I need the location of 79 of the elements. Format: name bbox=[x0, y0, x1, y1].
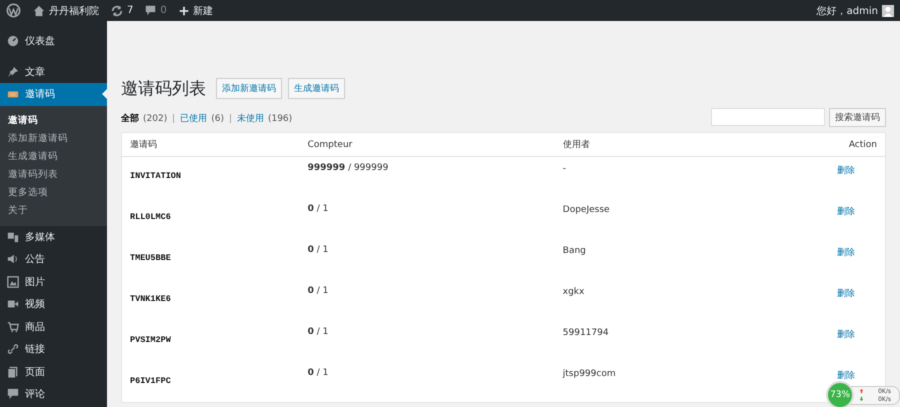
table-cell: 0 / 1 bbox=[300, 320, 555, 362]
delete-link[interactable]: 删除 bbox=[837, 248, 855, 258]
gauge-icon bbox=[7, 35, 19, 48]
table-cell: TVNK1KE6 bbox=[122, 280, 300, 320]
submenu-item[interactable]: 生成邀请码 bbox=[0, 148, 107, 166]
delete-link[interactable]: 删除 bbox=[837, 166, 855, 176]
table-cell: - bbox=[554, 156, 736, 198]
avatar-icon[interactable] bbox=[882, 4, 894, 16]
sidebar-item[interactable]: 邀请码 bbox=[0, 83, 107, 106]
image-icon bbox=[7, 276, 19, 288]
page-title: 邀请码列表 bbox=[121, 78, 206, 100]
sidebar-item[interactable]: 文章 bbox=[0, 60, 107, 83]
refresh-icon bbox=[111, 4, 123, 16]
filter-count: (196) bbox=[268, 114, 292, 124]
speaker-icon bbox=[7, 253, 19, 266]
submenu-item[interactable]: 邀请码 bbox=[0, 112, 107, 130]
column-header: Action bbox=[736, 132, 886, 156]
table-cell: Bang bbox=[554, 238, 736, 280]
submenu-item[interactable]: 更多选项 bbox=[0, 184, 107, 202]
home-icon bbox=[33, 4, 45, 16]
new-link[interactable]: 新建 bbox=[192, 4, 213, 18]
submenu-item[interactable]: 关于 bbox=[0, 202, 107, 220]
filter-link[interactable]: 已使用 bbox=[180, 112, 208, 125]
column-header: Compteur bbox=[300, 132, 555, 156]
table-cell: xgkx bbox=[554, 280, 736, 320]
pages-icon bbox=[7, 366, 19, 378]
table-cell: RLL0LMC6 bbox=[122, 198, 300, 238]
filter-count: (6) bbox=[211, 114, 224, 124]
page-action-button[interactable]: 添加新邀请码 bbox=[216, 78, 282, 99]
column-header: 邀请码 bbox=[122, 132, 300, 156]
delete-link[interactable]: 删除 bbox=[837, 206, 855, 216]
table-cell: 0 / 1 bbox=[300, 238, 555, 280]
table-cell: DopeJesse bbox=[554, 198, 736, 238]
comment-count[interactable]: 0 bbox=[160, 5, 167, 16]
sidebar-item[interactable]: 页面 bbox=[0, 360, 107, 383]
comment-icon bbox=[7, 388, 19, 400]
search-field[interactable] bbox=[711, 108, 825, 126]
sidebar-item[interactable]: 商品 bbox=[0, 316, 107, 338]
media-icon bbox=[7, 230, 19, 243]
page-action-button[interactable]: 生成邀请码 bbox=[288, 78, 345, 99]
wordpress-logo-icon[interactable] bbox=[6, 3, 21, 18]
submenu-item[interactable]: 添加新邀请码 bbox=[0, 130, 107, 148]
sidebar-item[interactable]: 评论 bbox=[0, 383, 107, 406]
greeting-link[interactable]: 您好，admin bbox=[816, 4, 878, 18]
delete-link[interactable]: 删除 bbox=[837, 288, 855, 298]
sidebar-item[interactable]: 图片 bbox=[0, 270, 107, 293]
sidebar-item[interactable]: 多媒体 bbox=[0, 226, 107, 248]
upload-arrow-icon bbox=[859, 388, 864, 394]
site-name-link[interactable]: 丹丹福利院 bbox=[49, 4, 99, 18]
table-cell: INVITATION bbox=[122, 156, 300, 198]
table-cell: 0 / 1 bbox=[300, 198, 555, 238]
sidebar-item[interactable]: 仪表盘 bbox=[0, 30, 107, 52]
video-camera-icon bbox=[7, 298, 19, 310]
table-cell: 999999 / 999999 bbox=[300, 156, 555, 198]
table-cell: P6IV1FPC bbox=[122, 362, 300, 402]
sidebar-item[interactable]: 视频 bbox=[0, 293, 107, 316]
download-arrow-icon bbox=[859, 396, 864, 402]
delete-link[interactable]: 删除 bbox=[837, 330, 855, 340]
search-button[interactable]: 搜索邀请码 bbox=[829, 108, 886, 127]
table-cell: jtsp999com bbox=[554, 362, 736, 402]
cart-icon bbox=[7, 320, 19, 333]
table-cell: 59911794 bbox=[554, 320, 736, 362]
submenu-item[interactable]: 邀请码列表 bbox=[0, 166, 107, 184]
sidebar-item[interactable]: 公告 bbox=[0, 248, 107, 270]
table-cell: 0 / 1 bbox=[300, 280, 555, 320]
table-cell: PVSIM2PW bbox=[122, 320, 300, 362]
filter-link[interactable]: 全部 bbox=[121, 112, 139, 125]
comment-icon bbox=[145, 5, 156, 16]
sidebar-item[interactable]: 链接 bbox=[0, 338, 107, 360]
link-icon bbox=[7, 343, 19, 356]
filter-link[interactable]: 未使用 bbox=[236, 112, 264, 125]
filter-count: (202) bbox=[143, 114, 168, 124]
column-header: 使用者 bbox=[554, 132, 736, 156]
plus-icon bbox=[178, 6, 189, 16]
update-count[interactable]: 7 bbox=[127, 5, 134, 16]
delete-link[interactable]: 删除 bbox=[837, 370, 855, 380]
pin-icon bbox=[7, 66, 19, 78]
table-cell: 0 / 1 bbox=[300, 362, 555, 402]
table-cell: TMEU5BBE bbox=[122, 238, 300, 280]
